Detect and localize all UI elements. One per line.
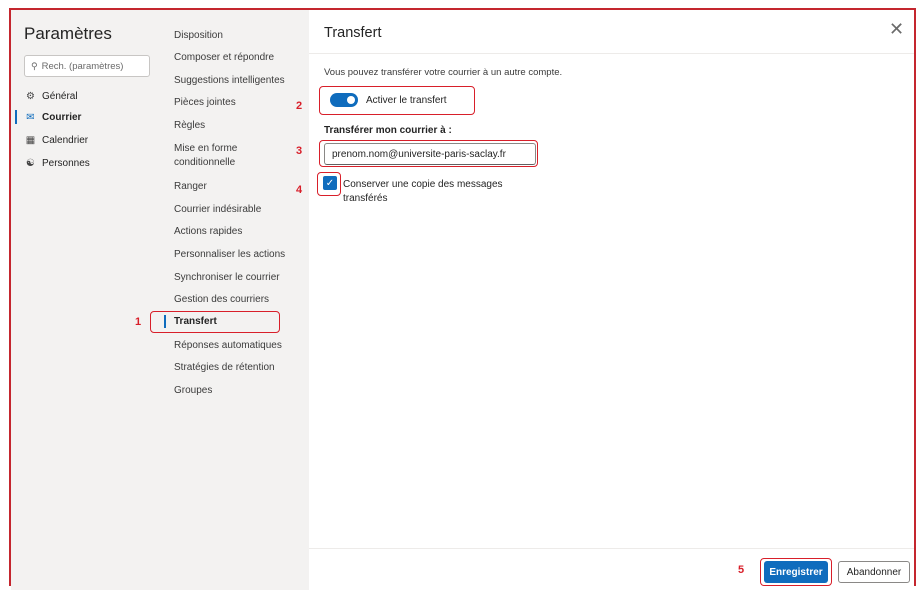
settings-item-customize-actions[interactable]: Personnaliser les actions xyxy=(174,248,285,262)
cancel-button[interactable]: Abandonner xyxy=(838,561,910,583)
category-calendar[interactable]: ▦ Calendrier xyxy=(25,135,88,146)
annotation-number-4: 4 xyxy=(296,184,303,196)
settings-item-mail-management[interactable]: Gestion des courriers xyxy=(174,293,269,307)
settings-item-auto-replies[interactable]: Réponses automatiques xyxy=(174,339,282,353)
annotation-number-1: 1 xyxy=(135,316,142,328)
annotation-box-2 xyxy=(319,86,475,115)
search-placeholder: Rech. (paramètres) xyxy=(41,60,124,72)
settings-item-attachments[interactable]: Pièces jointes xyxy=(174,96,236,110)
settings-item-label: Mise en forme xyxy=(174,143,238,154)
category-label: Courrier xyxy=(42,112,82,123)
active-category-indicator xyxy=(15,110,17,124)
annotation-number-5: 5 xyxy=(738,564,745,576)
settings-item-retention[interactable]: Stratégies de rétention xyxy=(174,361,275,375)
settings-item-groups[interactable]: Groupes xyxy=(174,384,212,398)
annotation-number-2: 2 xyxy=(296,100,303,112)
annotation-box-5 xyxy=(760,558,832,586)
settings-item-quick-actions[interactable]: Actions rapides xyxy=(174,225,242,239)
keep-copy-line: Conserver une copie des messages xyxy=(343,179,503,190)
settings-item-junk[interactable]: Courrier indésirable xyxy=(174,203,261,217)
settings-item-rules[interactable]: Règles xyxy=(174,119,205,133)
keep-copy-label: Conserver une copie des messages transfé… xyxy=(343,178,518,206)
divider xyxy=(309,548,914,549)
keep-copy-line: transférés xyxy=(343,193,388,204)
calendar-icon: ▦ xyxy=(25,135,36,146)
annotation-box-3 xyxy=(319,140,538,167)
forward-to-label: Transférer mon courrier à : xyxy=(324,125,452,136)
settings-item-label: conditionnelle xyxy=(174,157,236,168)
settings-item-compose[interactable]: Composer et répondre xyxy=(174,51,274,65)
settings-item-sweep[interactable]: Ranger xyxy=(174,180,207,194)
settings-item-layout[interactable]: Disposition xyxy=(174,29,223,43)
panel-description: Vous pouvez transférer votre courrier à … xyxy=(324,67,563,78)
category-label: Calendrier xyxy=(42,135,89,146)
settings-item-smart-suggestions[interactable]: Suggestions intelligentes xyxy=(174,74,285,88)
search-icon: ⚲ xyxy=(31,60,38,71)
gear-icon: ⚙ xyxy=(26,91,35,102)
settings-search-input[interactable]: ⚲ Rech. (paramètres) xyxy=(24,55,150,77)
settings-item-sync[interactable]: Synchroniser le courrier xyxy=(174,271,280,285)
close-icon[interactable]: ✕ xyxy=(889,20,904,38)
people-icon: ☯ xyxy=(26,158,35,169)
mail-icon: ✉ xyxy=(26,112,35,123)
category-mail[interactable]: ✉ Courrier xyxy=(25,112,81,123)
category-label: Général xyxy=(42,91,78,102)
category-general[interactable]: ⚙ Général xyxy=(25,91,78,102)
annotation-number-3: 3 xyxy=(296,145,303,157)
category-people[interactable]: ☯ Personnes xyxy=(25,158,90,169)
settings-item-conditional-formatting[interactable]: Mise en forme conditionnelle xyxy=(174,142,237,170)
panel-title: Transfert xyxy=(324,25,382,41)
annotation-box-1 xyxy=(150,311,280,333)
annotation-box-4 xyxy=(317,172,341,196)
divider xyxy=(309,53,914,54)
settings-title: Paramètres xyxy=(24,24,112,43)
category-label: Personnes xyxy=(42,158,90,169)
